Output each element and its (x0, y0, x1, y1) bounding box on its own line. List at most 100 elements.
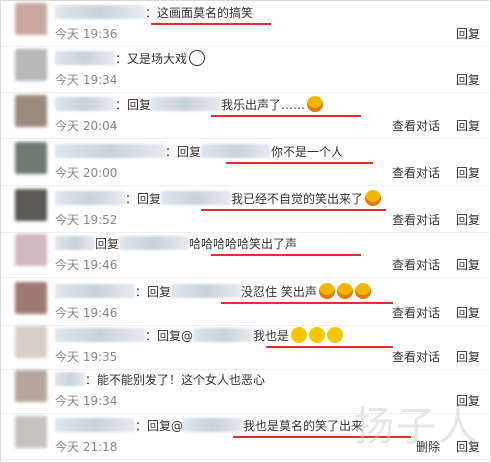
username[interactable] (55, 418, 135, 432)
reply-target-username[interactable] (151, 97, 222, 111)
comment-item: ：回复 我已经不自觉的笑出来了今天 19:52 查看对话 回复 (1, 187, 490, 233)
cry-emoji-icon (327, 327, 344, 343)
comment-text-line: ：回复 你不是一个人 (55, 142, 343, 162)
avatar[interactable] (15, 142, 47, 174)
reply-target-username[interactable] (193, 328, 254, 342)
reply-target-username[interactable] (183, 418, 244, 432)
comment-time: 今天 21:18 (55, 440, 118, 454)
reply-button[interactable]: 回复 (456, 350, 480, 364)
highlight-underline (266, 346, 393, 348)
reply-button[interactable]: 回复 (456, 258, 480, 272)
view-conversation-button[interactable]: 查看对话 (392, 350, 440, 364)
highlight-underline (211, 254, 361, 256)
comment-text: 又是场大戏 (127, 52, 188, 66)
avatar[interactable] (15, 3, 47, 35)
comment-text: 我也是 (253, 329, 290, 343)
comment-time: 今天 19:35 (55, 350, 118, 364)
reply-prefix: 回复 (95, 237, 120, 251)
comment-item: 回复 哈哈哈哈哈笑出了声 今天 19:46 查看对话 回复 (1, 232, 490, 278)
reply-prefix: ： (145, 6, 158, 20)
comment-actions: 查看对话 回复 (376, 348, 480, 366)
divider (1, 185, 490, 186)
comment-time: 今天 20:00 (55, 166, 118, 180)
reply-prefix: ：回复 (165, 145, 202, 159)
avatar[interactable] (15, 189, 47, 221)
avatar[interactable] (15, 95, 47, 127)
reply-target-username[interactable] (201, 144, 272, 158)
divider (1, 277, 490, 278)
highlight-underline (151, 23, 271, 25)
comment-actions: 查看对话 回复 (376, 304, 480, 322)
comment-time: 今天 19:46 (55, 258, 118, 272)
reply-prefix: ： (115, 52, 128, 66)
avatar[interactable] (15, 416, 47, 448)
view-conversation-button[interactable]: 查看对话 (392, 258, 440, 272)
comment-time: 今天 19:52 (55, 213, 118, 227)
comment-text: 你不是一个人 (271, 145, 344, 159)
username[interactable] (55, 328, 145, 342)
comment-text-line: ：回复 我乐出声了…… (55, 95, 324, 115)
reply-button[interactable]: 回复 (456, 166, 480, 180)
username[interactable] (55, 372, 85, 386)
comment-text-line: ：回复 我已经不自觉的笑出来了 (55, 189, 382, 209)
highlight-underline (226, 162, 373, 164)
laugh-emoji-icon (354, 283, 371, 299)
username[interactable] (55, 97, 115, 111)
view-conversation-button[interactable]: 查看对话 (392, 119, 440, 133)
comment-text-line: ：回复@ 我也是 (55, 326, 344, 346)
comment-text-line: ：又是场大戏 (55, 49, 206, 69)
view-conversation-button[interactable]: 查看对话 (392, 213, 440, 227)
comment-text: 能不能别发了！这个女人也恶心 (97, 373, 266, 387)
reply-button[interactable]: 回复 (456, 306, 480, 320)
username[interactable] (55, 51, 115, 65)
reply-button[interactable]: 回复 (456, 27, 480, 41)
avatar[interactable] (15, 49, 47, 81)
comment-item: ：回复@ 我也是今天 19:35 查看对话 回复 (1, 324, 490, 370)
reply-prefix: ：回复@ (145, 329, 194, 343)
avatar[interactable] (15, 234, 47, 266)
comment-time: 今天 19:34 (55, 73, 118, 87)
reply-button[interactable]: 回复 (456, 119, 480, 133)
reply-prefix: ：回复 (115, 98, 152, 112)
view-conversation-button[interactable]: 查看对话 (392, 166, 440, 180)
comment-text: 没忍住 笑出声 (241, 285, 317, 299)
comment-text-line: ：这画面莫名的搞笑 (55, 3, 253, 23)
avatar[interactable] (15, 370, 47, 402)
comment-actions: 查看对话 回复 (376, 211, 480, 229)
username[interactable] (55, 236, 95, 250)
comment-item: ：回复 没忍住 笑出声今天 19:46 查看对话 回复 (1, 280, 490, 326)
panda-emoji-icon (189, 50, 206, 66)
username[interactable] (55, 191, 125, 205)
comment-time: 今天 19:36 (55, 27, 118, 41)
username[interactable] (55, 5, 145, 19)
reply-button[interactable]: 回复 (456, 213, 480, 227)
highlight-underline (221, 302, 393, 304)
watermark: 扬子人 (354, 404, 480, 450)
reply-button[interactable]: 回复 (456, 73, 480, 87)
comment-actions: 查看对话 回复 (376, 256, 480, 274)
laugh-emoji-icon (307, 96, 324, 112)
comment-time: 今天 19:46 (55, 306, 118, 320)
comment-list: ：这画面莫名的搞笑 今天 19:36 回复 ：又是场大戏 今天 19:34 回复 ：回复 我乐… (0, 0, 491, 463)
avatar[interactable] (15, 282, 47, 314)
comment-text-line: ：回复@ 我也是莫名的笑了出来 (55, 416, 363, 436)
highlight-underline (211, 115, 361, 117)
comment-actions: 回复 (440, 71, 480, 89)
comment-text-line: ：回复 没忍住 笑出声 (55, 282, 371, 302)
laugh-emoji-icon (365, 190, 382, 206)
comment-actions: 回复 (440, 25, 480, 43)
cry-emoji-icon (291, 327, 308, 343)
comment-item: ：回复 你不是一个人今天 20:00 查看对话 回复 (1, 140, 490, 186)
divider (1, 459, 490, 460)
reply-target-username[interactable] (161, 191, 232, 205)
username[interactable] (55, 144, 165, 158)
laugh-emoji-icon (318, 283, 335, 299)
view-conversation-button[interactable]: 查看对话 (392, 306, 440, 320)
avatar[interactable] (15, 326, 47, 358)
cry-emoji-icon (309, 327, 326, 343)
reply-target-username[interactable] (171, 284, 242, 298)
comment-item: ：回复 我乐出声了…… 今天 20:04 查看对话 回复 (1, 93, 490, 139)
comment-text: 这画面莫名的搞笑 (157, 6, 254, 20)
reply-target-username[interactable] (119, 236, 190, 250)
username[interactable] (55, 284, 135, 298)
